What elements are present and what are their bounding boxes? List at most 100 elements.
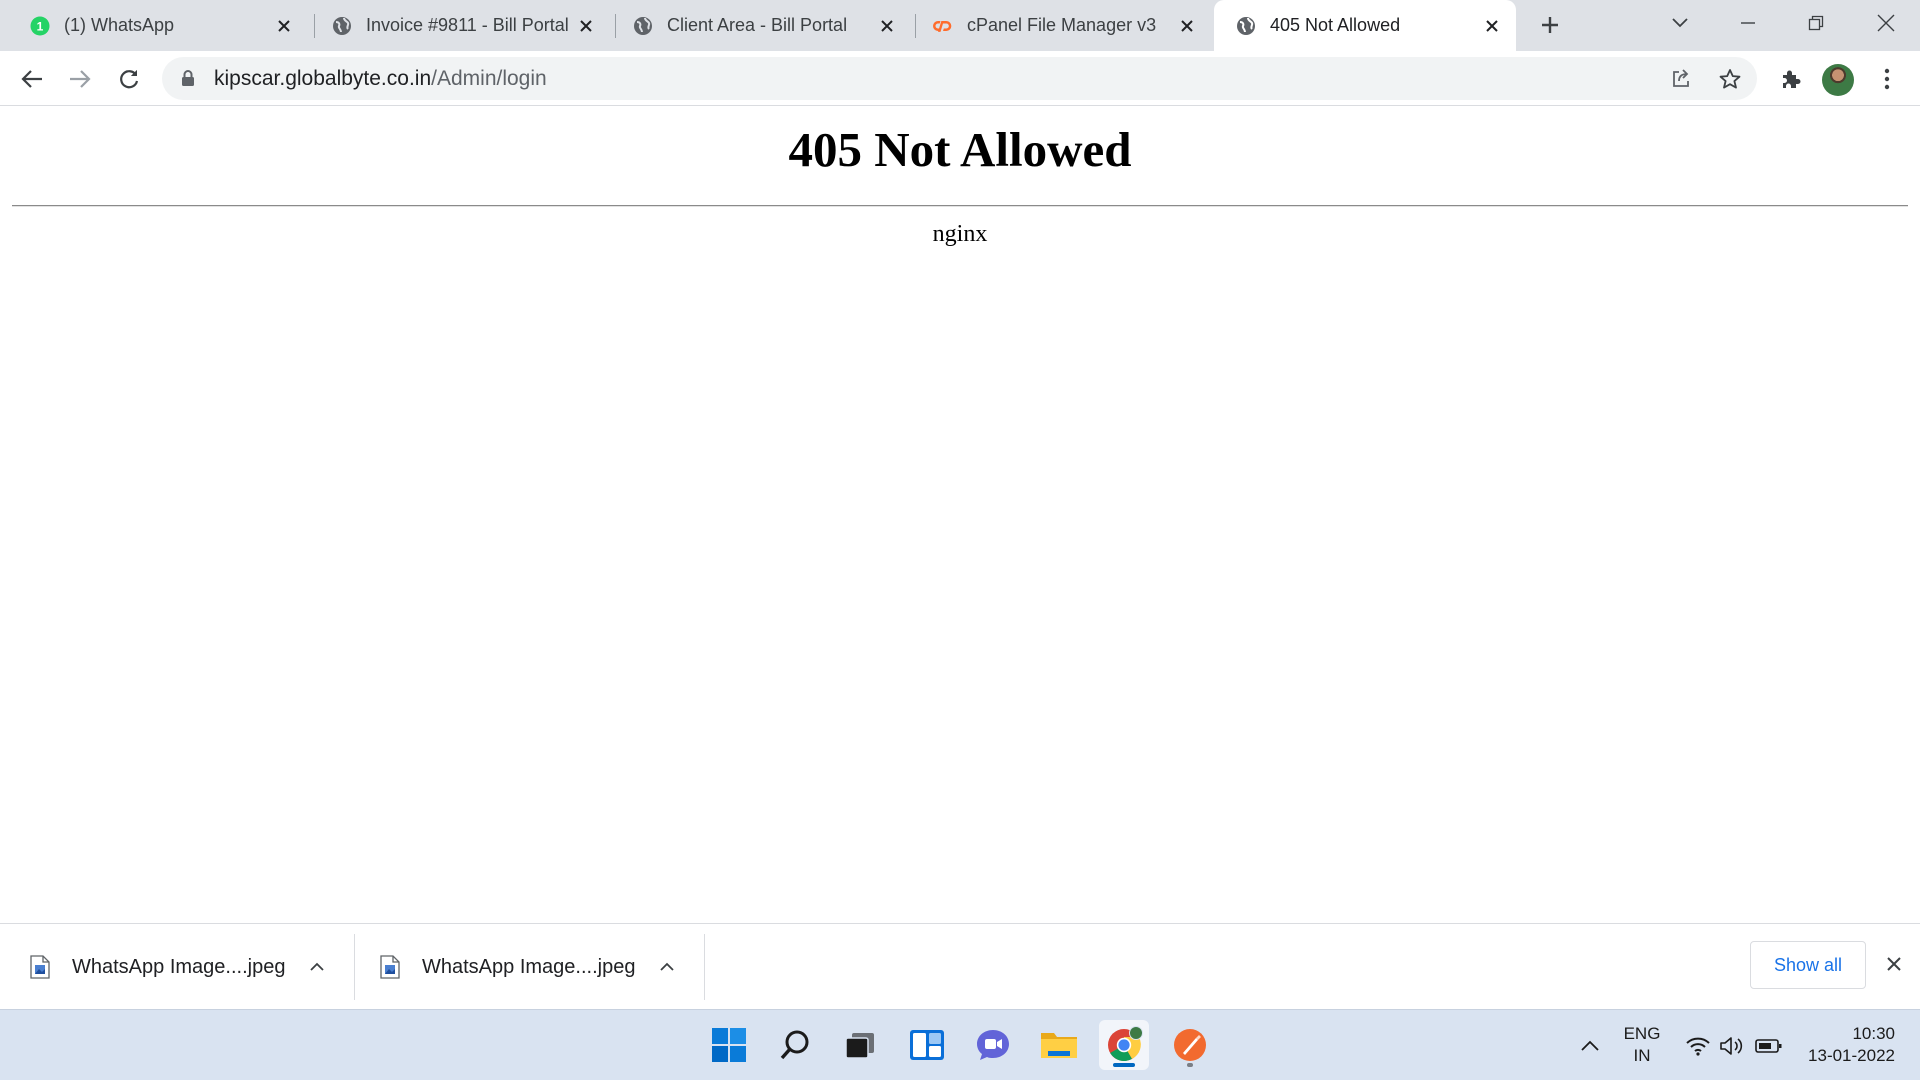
reload-button[interactable] xyxy=(112,62,146,96)
language-line-1: ENG xyxy=(1623,1024,1661,1043)
chat-button[interactable] xyxy=(968,1020,1018,1070)
arrow-right-icon xyxy=(70,70,91,88)
close-icon xyxy=(1887,957,1901,971)
close-icon[interactable] xyxy=(873,12,901,40)
profile-avatar[interactable] xyxy=(1822,64,1854,96)
close-icon[interactable] xyxy=(1173,12,1201,40)
close-icon[interactable] xyxy=(572,12,600,40)
chevron-up-icon xyxy=(1581,1040,1599,1051)
search-button[interactable] xyxy=(770,1020,820,1070)
tab-strip: 1 (1) WhatsApp Invoice #9811 - Bill Port… xyxy=(0,0,1920,51)
divider xyxy=(12,205,1908,207)
input-language-button[interactable]: ENG IN xyxy=(1617,1023,1667,1067)
tab-title: Invoice #9811 - Bill Portal xyxy=(366,15,569,35)
download-item[interactable]: WhatsApp Image....jpeg xyxy=(350,932,682,1002)
language-line-2: IN xyxy=(1633,1046,1651,1065)
teams-chat-icon xyxy=(977,1030,1009,1060)
tab-cpanel[interactable]: cPanel File Manager v3 xyxy=(911,0,1211,51)
svg-text:1: 1 xyxy=(37,19,44,33)
tab-title: 405 Not Allowed xyxy=(1270,15,1401,35)
task-view-button[interactable] xyxy=(835,1020,885,1070)
tab-invoice[interactable]: Invoice #9811 - Bill Portal xyxy=(310,0,610,51)
error-heading: 405 Not Allowed xyxy=(788,122,1132,177)
close-shelf-button[interactable] xyxy=(1878,948,1910,980)
server-signature: nginx xyxy=(932,221,988,247)
tab-whatsapp[interactable]: 1 (1) WhatsApp xyxy=(8,0,308,51)
network-status[interactable] xyxy=(1683,1010,1713,1080)
bookmark-star-icon[interactable] xyxy=(1713,62,1747,96)
forward-button[interactable] xyxy=(63,62,97,96)
active-indicator xyxy=(1113,1063,1135,1067)
widgets-icon xyxy=(910,1030,944,1060)
wifi-icon xyxy=(1686,1037,1710,1056)
globe-icon xyxy=(1236,16,1256,36)
volume-status[interactable] xyxy=(1717,1010,1747,1080)
close-icon xyxy=(1877,14,1895,32)
download-filename: WhatsApp Image....jpeg xyxy=(422,955,636,978)
download-separator xyxy=(704,934,705,1000)
start-button[interactable] xyxy=(704,1020,754,1070)
tab-search-button[interactable] xyxy=(1652,0,1708,46)
close-icon[interactable] xyxy=(270,12,298,40)
clock-time: 10:30 xyxy=(1852,1024,1895,1043)
chevron-up-icon[interactable] xyxy=(652,952,682,982)
clock-date: 13-01-2022 xyxy=(1808,1046,1895,1065)
close-icon[interactable] xyxy=(1478,12,1506,40)
url-path: /Admin/login xyxy=(431,66,547,90)
image-file-icon xyxy=(380,955,400,979)
file-explorer-icon xyxy=(1041,1033,1077,1058)
show-hidden-icons-button[interactable] xyxy=(1575,1010,1605,1080)
tab-title: (1) WhatsApp xyxy=(64,15,175,35)
restore-icon xyxy=(1808,15,1824,31)
windows-start-icon xyxy=(712,1028,746,1062)
close-window-button[interactable] xyxy=(1858,0,1914,46)
brave-like-app-button[interactable] xyxy=(1165,1020,1215,1070)
search-icon xyxy=(780,1030,809,1060)
browser-toolbar: kipscar.globalbyte.co.in/Admin/login xyxy=(0,51,1920,106)
brave-like-app-icon xyxy=(1174,1029,1206,1061)
page-content: 405 Not Allowed nginx xyxy=(0,107,1920,923)
back-button[interactable] xyxy=(15,62,49,96)
whatsapp-icon: 1 xyxy=(30,16,50,36)
puzzle-icon xyxy=(1783,70,1801,88)
taskbar: ENG IN 10:30 13-01-2022 xyxy=(0,1009,1920,1080)
share-icon[interactable] xyxy=(1664,62,1698,96)
tab-405-not-allowed[interactable]: 405 Not Allowed xyxy=(1214,0,1516,51)
tab-title: cPanel File Manager v3 xyxy=(967,15,1157,35)
task-view-icon xyxy=(845,1033,874,1059)
minimize-icon xyxy=(1741,22,1755,24)
chevron-down-icon xyxy=(1672,18,1688,28)
chrome-taskbar-button[interactable] xyxy=(1099,1020,1149,1070)
file-explorer-button[interactable] xyxy=(1034,1020,1084,1070)
running-indicator xyxy=(1187,1063,1193,1067)
restore-button[interactable] xyxy=(1788,0,1844,46)
more-vert-icon xyxy=(1884,68,1890,90)
arrow-left-icon xyxy=(21,70,42,88)
address-bar[interactable]: kipscar.globalbyte.co.in/Admin/login xyxy=(162,57,1757,100)
image-file-icon xyxy=(30,955,50,979)
battery-icon xyxy=(1755,1038,1782,1053)
plus-icon xyxy=(1542,17,1558,33)
chevron-up-icon[interactable] xyxy=(302,952,332,982)
lock-icon[interactable] xyxy=(180,70,196,88)
show-all-button[interactable]: Show all xyxy=(1750,941,1866,989)
widgets-button[interactable] xyxy=(902,1020,952,1070)
new-tab-button[interactable] xyxy=(1534,9,1566,41)
battery-status[interactable] xyxy=(1754,1010,1784,1080)
reload-icon xyxy=(120,70,139,89)
clock[interactable]: 10:30 13-01-2022 xyxy=(1795,1023,1895,1067)
menu-button[interactable] xyxy=(1870,62,1904,96)
globe-icon xyxy=(633,16,653,36)
minimize-button[interactable] xyxy=(1720,0,1776,46)
globe-icon xyxy=(332,16,352,36)
download-item[interactable]: WhatsApp Image....jpeg xyxy=(0,932,332,1002)
extensions-button[interactable] xyxy=(1774,62,1808,96)
tab-client-area[interactable]: Client Area - Bill Portal xyxy=(611,0,911,51)
url-text: kipscar.globalbyte.co.in/Admin/login xyxy=(214,67,547,91)
chrome-icon xyxy=(1108,1026,1143,1062)
speaker-icon xyxy=(1720,1036,1743,1055)
cpanel-icon xyxy=(933,16,953,36)
url-host: kipscar.globalbyte.co.in xyxy=(214,66,432,90)
download-filename: WhatsApp Image....jpeg xyxy=(72,955,286,978)
tab-title: Client Area - Bill Portal xyxy=(667,15,848,35)
